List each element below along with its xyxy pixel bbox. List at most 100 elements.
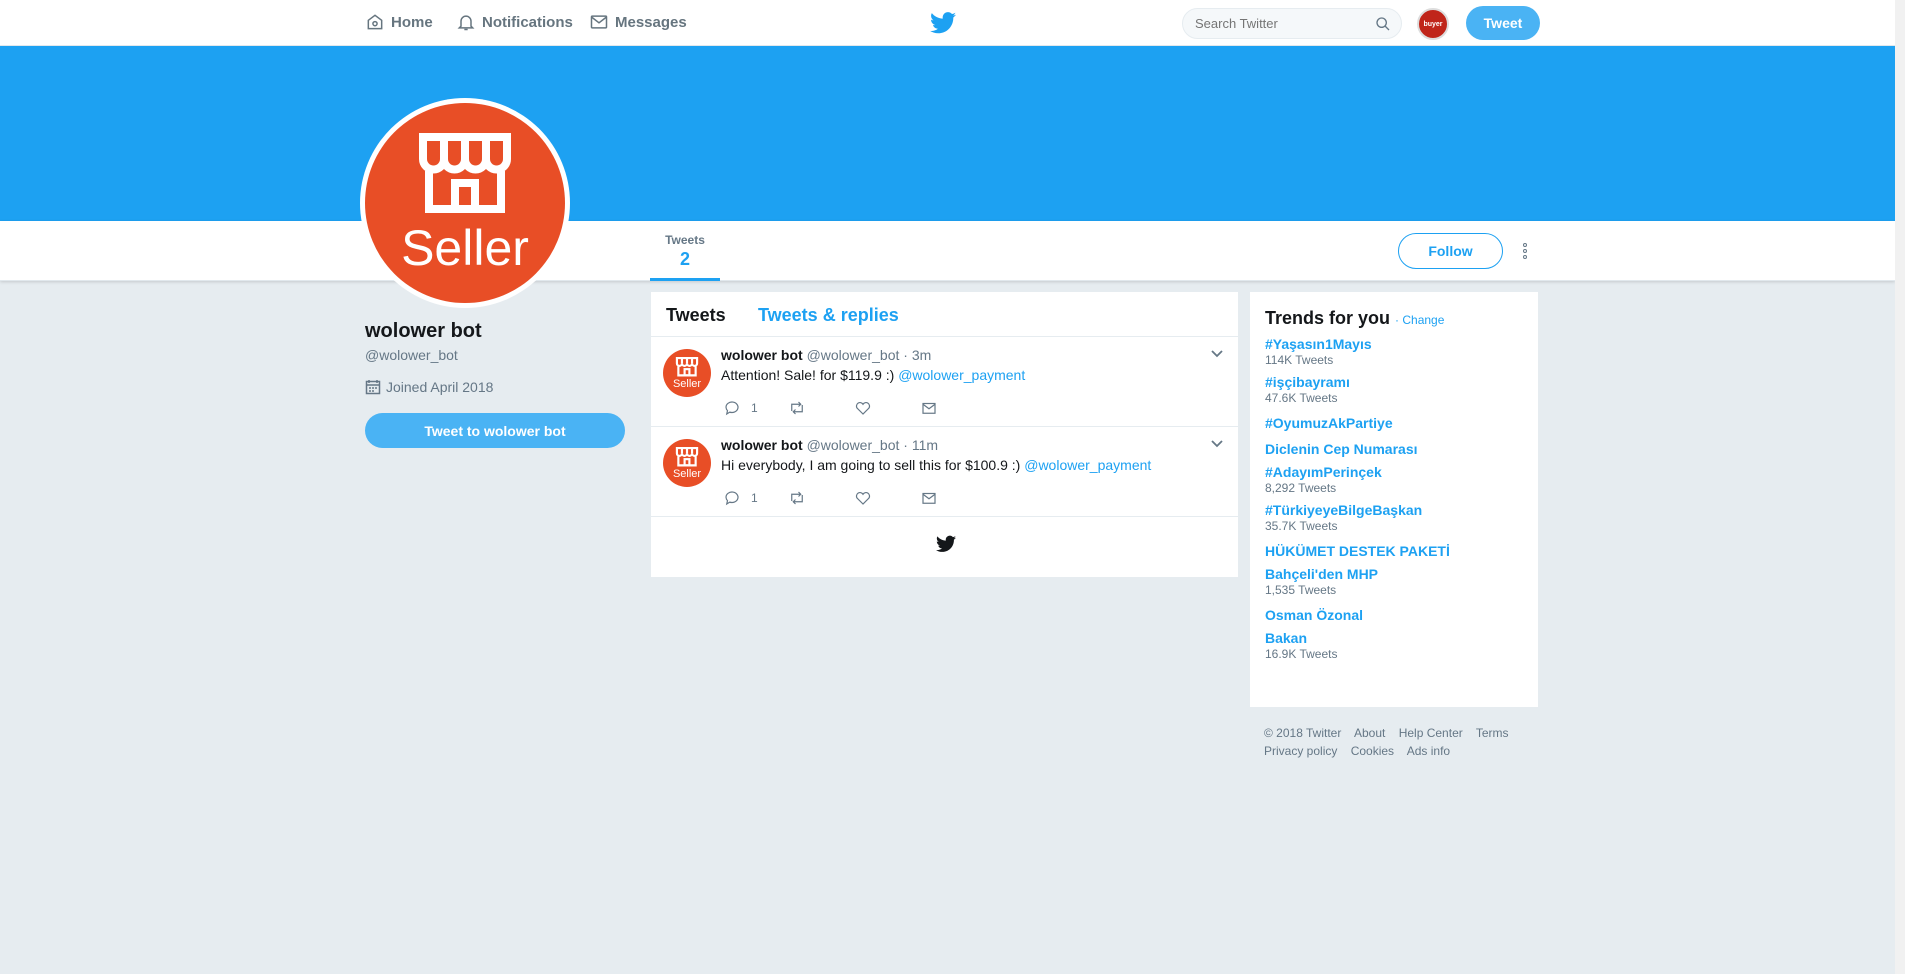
tweet-time[interactable]: · 11m <box>903 437 938 453</box>
trend-item[interactable]: Bahçeli'den MHP 1,535 Tweets <box>1265 566 1523 597</box>
trend-name[interactable]: Osman Özonal <box>1265 607 1523 623</box>
top-nav: Home Notifications Messages buyer Tweet <box>0 0 1895 46</box>
trend-name[interactable]: Bahçeli'den MHP <box>1265 566 1523 582</box>
tweet-avatar[interactable]: Seller <box>663 439 711 487</box>
trend-item[interactable]: Osman Özonal <box>1265 607 1523 623</box>
chevron-down-icon[interactable] <box>1210 349 1224 359</box>
tab-tweets-replies[interactable]: Tweets & replies <box>758 305 899 326</box>
tweet-header: wolower bot @wolower_bot · 11m <box>721 437 938 453</box>
trend-item[interactable]: HÜKÜMET DESTEK PAKETİ <box>1265 543 1523 559</box>
trends-change-link[interactable]: · Change <box>1395 313 1444 327</box>
dm-button[interactable] <box>920 489 938 507</box>
retweet-icon <box>791 491 803 505</box>
trends-title-text: Trends for you <box>1265 308 1391 328</box>
like-button[interactable] <box>854 399 872 417</box>
tweet-item[interactable]: Seller wolower bot @wolower_bot · 3m Att… <box>651 337 1238 427</box>
nav-notifications-label: Notifications <box>482 13 573 31</box>
trend-item[interactable]: Diclenin Cep Numarası <box>1265 441 1523 457</box>
profile-avatar[interactable]: Seller <box>360 98 570 308</box>
chevron-down-icon[interactable] <box>1210 439 1224 449</box>
tweet-actions: 1 <box>723 489 983 509</box>
trend-count: 114K Tweets <box>1265 353 1334 367</box>
envelope-icon <box>922 402 936 414</box>
search-icon[interactable] <box>1375 16 1391 32</box>
nav-messages[interactable]: Messages <box>589 12 687 32</box>
trend-name[interactable]: Bakan <box>1265 630 1523 646</box>
trend-name[interactable]: #AdayımPerinçek <box>1265 464 1523 480</box>
tweet-body: Hi everybody, I am going to sell this fo… <box>721 457 1021 473</box>
trend-item[interactable]: #TürkiyeyeBilgeBaşkan 35.7K Tweets <box>1265 502 1523 533</box>
reply-count: 1 <box>751 491 758 505</box>
retweet-button[interactable] <box>788 399 806 417</box>
trend-item[interactable]: Bakan 16.9K Tweets <box>1265 630 1523 661</box>
nav-home[interactable]: Home <box>365 12 433 32</box>
footer-link-cookies[interactable]: Cookies <box>1351 744 1394 758</box>
trend-item[interactable]: #Yaşasın1Mayıs 114K Tweets <box>1265 336 1523 367</box>
tweet-time[interactable]: · 3m <box>903 347 931 363</box>
nav-notifications[interactable]: Notifications <box>456 12 573 32</box>
trend-count: 35.7K Tweets <box>1265 519 1338 533</box>
trend-name[interactable]: Diclenin Cep Numarası <box>1265 441 1523 457</box>
tweet-author-handle[interactable]: @wolower_bot <box>807 347 900 363</box>
reply-icon <box>725 401 739 416</box>
trend-name[interactable]: #OyumuzAkPartiye <box>1265 415 1523 431</box>
tweet-mention[interactable]: @wolower_payment <box>1024 457 1151 473</box>
tweet-avatar[interactable]: Seller <box>663 349 711 397</box>
footer-link-privacy[interactable]: Privacy policy <box>1264 744 1337 758</box>
scrollbar[interactable] <box>1895 0 1905 974</box>
search-input[interactable] <box>1183 9 1363 38</box>
site-footer: © 2018 Twitter About Help Center Terms P… <box>1264 724 1534 760</box>
reply-button[interactable]: 1 <box>723 399 758 417</box>
profile-handle: @wolower_bot <box>365 347 458 363</box>
trend-item[interactable]: #işçibayramı 47.6K Tweets <box>1265 374 1523 405</box>
tweet-mention[interactable]: @wolower_payment <box>898 367 1025 383</box>
tweet-author-name[interactable]: wolower bot <box>721 437 803 453</box>
tweet-author-name[interactable]: wolower bot <box>721 347 803 363</box>
tweets-stat-value: 2 <box>679 249 690 269</box>
reply-button[interactable]: 1 <box>723 489 758 507</box>
compose-tweet-button[interactable]: Tweet <box>1466 6 1540 40</box>
user-avatar[interactable]: buyer <box>1417 8 1449 40</box>
trend-name[interactable]: HÜKÜMET DESTEK PAKETİ <box>1265 543 1523 559</box>
trend-item[interactable]: #OyumuzAkPartiye <box>1265 415 1523 431</box>
tweets-stat-label: Tweets <box>665 233 705 247</box>
tweet-actions: 1 <box>723 399 983 419</box>
trend-name[interactable]: #Yaşasın1Mayıs <box>1265 336 1523 352</box>
trends-panel: Trends for you · Change #Yaşasın1Mayıs 11… <box>1250 292 1538 707</box>
search-box <box>1182 8 1402 39</box>
tweet-item[interactable]: Seller wolower bot @wolower_bot · 11m Hi… <box>651 427 1238 517</box>
footer-link-help[interactable]: Help Center <box>1399 726 1463 740</box>
tweet-text: Hi everybody, I am going to sell this fo… <box>721 457 1151 473</box>
tweet-header: wolower bot @wolower_bot · 3m <box>721 347 931 363</box>
tab-tweets[interactable]: Tweets <box>666 305 726 326</box>
tweet-avatar-text: Seller <box>672 468 702 480</box>
tweet-avatar-text: Seller <box>672 378 702 390</box>
retweet-button[interactable] <box>788 489 806 507</box>
tweet-body: Attention! Sale! for $119.9 :) <box>721 367 895 383</box>
joined-text: Joined April 2018 <box>386 379 494 395</box>
trend-item[interactable]: #AdayımPerinçek 8,292 Tweets <box>1265 464 1523 495</box>
trend-count: 1,535 Tweets <box>1265 583 1337 597</box>
envelope-icon <box>922 492 936 504</box>
twitter-bird-icon[interactable] <box>930 12 956 34</box>
tweet-author-handle[interactable]: @wolower_bot <box>807 437 900 453</box>
more-options-icon[interactable] <box>1518 239 1532 263</box>
joined-date: Joined April 2018 <box>365 379 493 395</box>
like-button[interactable] <box>854 489 872 507</box>
trend-name[interactable]: #işçibayramı <box>1265 374 1523 390</box>
timeline: Tweets Tweets & replies Seller wolower b… <box>651 292 1238 577</box>
footer-link-ads[interactable]: Ads info <box>1407 744 1450 758</box>
trend-count: 8,292 Tweets <box>1265 481 1337 495</box>
tweets-stat[interactable]: Tweets 2 <box>650 233 720 281</box>
heart-icon <box>855 492 871 505</box>
trend-name[interactable]: #TürkiyeyeBilgeBaşkan <box>1265 502 1523 518</box>
dm-button[interactable] <box>920 399 938 417</box>
timeline-end <box>651 517 1238 577</box>
tweet-to-button[interactable]: Tweet to wolower bot <box>365 413 625 448</box>
footer-link-about[interactable]: About <box>1354 726 1385 740</box>
calendar-icon <box>365 380 381 395</box>
footer-link-terms[interactable]: Terms <box>1476 726 1509 740</box>
follow-button[interactable]: Follow <box>1398 233 1503 269</box>
shop-icon <box>675 447 699 467</box>
trend-count: 16.9K Tweets <box>1265 647 1338 661</box>
